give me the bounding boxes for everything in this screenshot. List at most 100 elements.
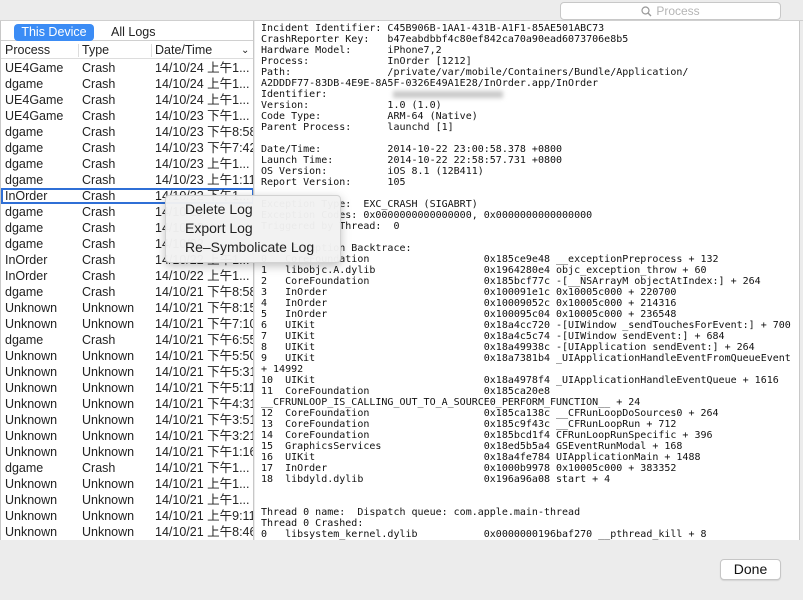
cell-datetime: 14/10/21 上午8:46	[155, 525, 254, 539]
log-line: Triggered by Thread: 0	[261, 221, 799, 232]
log-table: UE4Game Crash 14/10/24 上午1... dgame Crash 14/…	[1, 60, 254, 540]
log-line-text: 9 UIKit 0x18a7381b4 _UIApplicationHandle…	[261, 353, 791, 364]
log-line: 9 UIKit 0x18a7381b4 _UIApplicationHandle…	[261, 353, 799, 364]
cell-datetime: 14/10/24 上午1...	[155, 61, 250, 75]
cell-process: dgame	[5, 205, 44, 219]
cell-datetime: 14/10/21 下午4:31	[155, 397, 254, 411]
menu-item-delete-log[interactable]: Delete Log	[166, 200, 340, 219]
table-row[interactable]: dgame Crash 14/10/23 上午1...	[1, 156, 253, 172]
done-button[interactable]: Done	[720, 559, 781, 580]
cell-process: Unknown	[5, 525, 58, 539]
table-row[interactable]: Unknown Unknown 14/10/21 下午7:10	[1, 316, 253, 332]
cell-type: Unknown	[82, 493, 135, 507]
log-line: Exception Type: EXC_CRASH (SIGABRT)	[261, 199, 799, 210]
log-line: CrashReporter Key: b47eabdbbf4c80ef842ca…	[261, 34, 799, 45]
log-line-text: OS Version: iOS 8.1 (12B411)	[261, 166, 484, 177]
log-line-text: 18 libdyld.dylib 0x196a96a08 start + 4	[261, 474, 611, 485]
log-line: 2 CoreFoundation 0x185bcf77c -[__NSArray…	[261, 276, 799, 287]
crash-log-text[interactable]: Incident Identifier: C45B906B-1AA1-431B-…	[255, 21, 800, 540]
search-icon	[641, 5, 652, 16]
cell-process: dgame	[5, 173, 44, 187]
cell-datetime: 14/10/21 下午1:16	[155, 445, 254, 459]
log-line: Parent Process: launchd [1]	[261, 122, 799, 133]
log-line-text: 13 CoreFoundation 0x185c9f43c __CFRunLoo…	[261, 419, 677, 430]
table-row[interactable]: Unknown Unknown 14/10/21 下午3:51	[1, 412, 253, 428]
log-line: 7 UIKit 0x18a4c5c74 -[UIWindow sendEvent…	[261, 331, 799, 342]
log-line-text: 5 InOrder 0x100095c04 0x10005c000 + 2365…	[261, 309, 677, 320]
table-row[interactable]: Unknown Unknown 14/10/21 上午9:11	[1, 508, 253, 524]
cell-datetime: 14/10/23 上午1:11	[155, 173, 254, 187]
table-row[interactable]: Unknown Unknown 14/10/21 下午8:15	[1, 300, 253, 316]
cell-process: dgame	[5, 77, 44, 91]
table-row[interactable]: UE4Game Crash 14/10/24 上午1...	[1, 60, 253, 76]
table-row[interactable]: dgame Crash 14/10/21 下午6:55	[1, 332, 253, 348]
log-line: 14 CoreFoundation 0x185bcd1f4 CFRunLoopR…	[261, 430, 799, 441]
table-row[interactable]: Unknown Unknown 14/10/21 上午1...	[1, 476, 253, 492]
cell-type: Unknown	[82, 413, 135, 427]
cell-process: dgame	[5, 221, 44, 235]
log-line-text: 12 CoreFoundation 0x185ca138c __CFRunLoo…	[261, 408, 719, 419]
table-row[interactable]: Unknown Unknown 14/10/21 下午5:50	[1, 348, 253, 364]
table-row[interactable]: UE4Game Crash 14/10/23 下午1...	[1, 108, 253, 124]
cell-datetime: 14/10/24 上午1...	[155, 93, 250, 107]
cell-type: Unknown	[82, 525, 135, 539]
menu-item-export-log[interactable]: Export Log	[166, 219, 340, 238]
tab-all-logs[interactable]: All Logs	[111, 24, 155, 41]
cell-datetime: 14/10/21 下午8:58	[155, 285, 254, 299]
cell-type: Crash	[82, 461, 116, 475]
cell-process: Unknown	[5, 493, 58, 507]
log-line-text: Thread 0 name: Dispatch queue: com.apple…	[261, 507, 581, 518]
log-line-text: 11 CoreFoundation 0x185ca20e8	[261, 386, 550, 397]
cell-type: Crash	[82, 109, 116, 123]
log-line-text: Report Version: 105	[261, 177, 406, 188]
cell-type: Unknown	[82, 509, 135, 523]
log-line: Date/Time: 2014-10-22 23:00:58.378 +0800	[261, 144, 799, 155]
cell-type: Crash	[82, 93, 116, 107]
search-placeholder: Process	[656, 4, 700, 18]
table-row[interactable]: Unknown Unknown 14/10/21 下午3:21	[1, 428, 253, 444]
log-line: Thread 0 name: Dispatch queue: com.apple…	[261, 507, 799, 518]
table-row[interactable]: UE4Game Crash 14/10/24 上午1...	[1, 92, 253, 108]
table-row[interactable]: Unknown Unknown 14/10/21 下午5:11	[1, 380, 254, 396]
column-header-datetime[interactable]: Date/Time	[155, 43, 212, 57]
cell-process: Unknown	[5, 397, 58, 411]
log-line: 16 UIKit 0x18a4fe784 UIApplicationMain +…	[261, 452, 799, 463]
search-input[interactable]: Process	[560, 2, 781, 20]
menu-item-resymbolicate-log[interactable]: Re–Symbolicate Log	[166, 238, 340, 257]
cell-process: Unknown	[5, 301, 58, 315]
table-row[interactable]: dgame Crash 14/10/21 下午8:58	[1, 284, 254, 300]
column-header-process[interactable]: Process	[5, 43, 50, 57]
table-row[interactable]: dgame Crash 14/10/23 上午1:11	[1, 172, 254, 188]
log-line-text: 7 UIKit 0x18a4c5c74 -[UIWindow sendEvent…	[261, 331, 725, 342]
cell-type: Unknown	[82, 445, 135, 459]
table-row[interactable]: dgame Crash 14/10/21 下午1...	[1, 460, 253, 476]
log-line-text: Thread 0 Crashed:	[261, 518, 364, 529]
table-row[interactable]: dgame Crash 14/10/24 上午1...	[1, 76, 253, 92]
table-row[interactable]: Unknown Unknown 14/10/21 上午1...	[1, 492, 253, 508]
cell-datetime: 14/10/21 下午5:11	[155, 381, 254, 395]
log-line-text: 4 InOrder 0x10009052c 0x10005c000 + 2143…	[261, 298, 677, 309]
log-line: Version: 1.0 (1.0)	[261, 100, 799, 111]
table-row[interactable]: Unknown Unknown 14/10/21 下午4:31	[1, 396, 254, 412]
cell-process: UE4Game	[5, 109, 64, 123]
sort-chevron-down-icon[interactable]: ⌄	[241, 45, 249, 56]
table-header: Process Type Date/Time ⌄	[1, 42, 253, 59]
source-segmented-control: This Device All Logs	[1, 21, 253, 41]
column-header-type[interactable]: Type	[82, 43, 109, 57]
tab-this-device[interactable]: This Device	[14, 24, 94, 41]
log-line: OS Version: iOS 8.1 (12B411)	[261, 166, 799, 177]
table-row[interactable]: Unknown Unknown 14/10/21 下午1:16	[1, 444, 254, 460]
table-row[interactable]: InOrder Crash 14/10/22 上午1...	[1, 268, 253, 284]
table-row[interactable]: Unknown Unknown 14/10/21 上午8:46	[1, 524, 254, 540]
cell-type: Crash	[82, 61, 116, 75]
table-row[interactable]: dgame Crash 14/10/23 下午8:58	[1, 124, 253, 140]
table-row[interactable]: Unknown Unknown 14/10/21 下午5:31	[1, 364, 253, 380]
log-line-text: 6 UIKit 0x18a4cc720 -[UIWindow _sendTouc…	[261, 320, 791, 331]
log-line: __CFRUNLOOP_IS_CALLING_OUT_TO_A_SOURCE0_…	[261, 397, 799, 408]
table-row[interactable]: dgame Crash 14/10/23 下午7:42	[1, 140, 253, 156]
cell-type: Crash	[82, 157, 116, 171]
log-line: 1 libobjc.A.dylib 0x1964280e4 objc_excep…	[261, 265, 799, 276]
cell-process: dgame	[5, 333, 44, 347]
